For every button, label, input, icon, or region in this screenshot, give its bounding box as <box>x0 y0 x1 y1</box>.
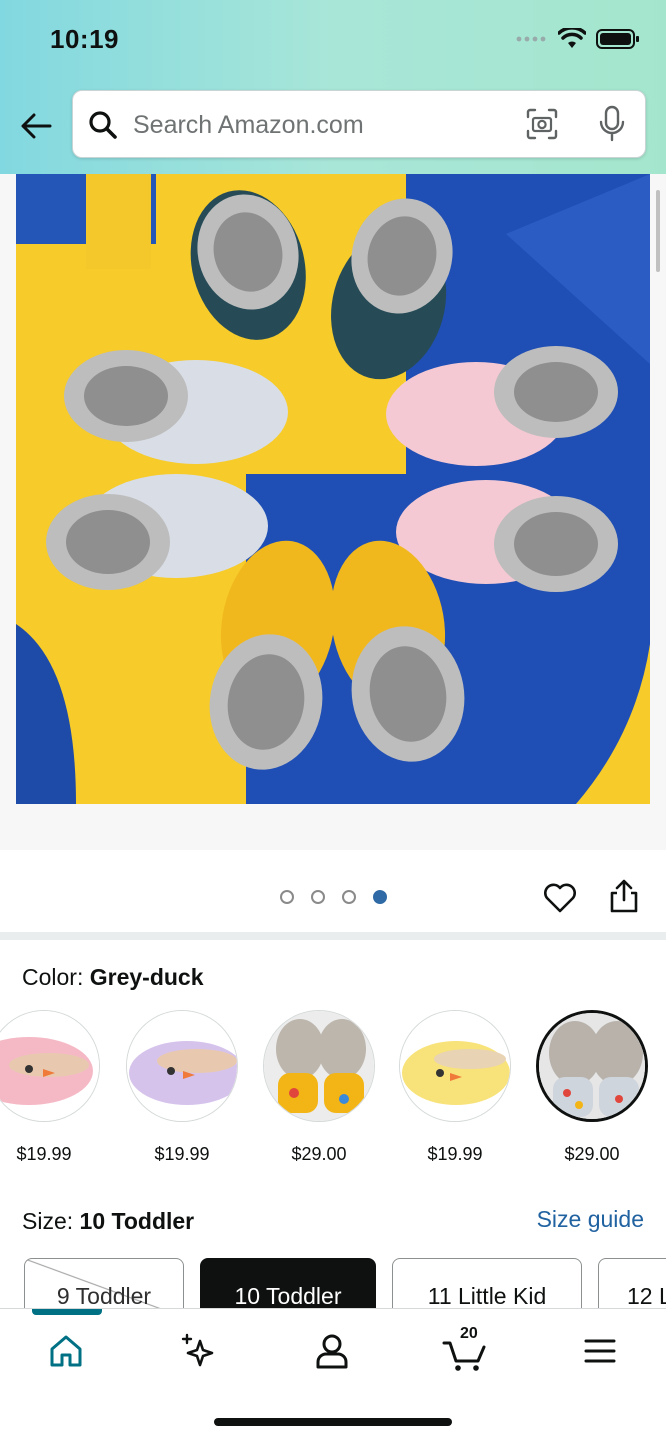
camera-search-icon[interactable] <box>525 107 559 141</box>
grey-duck-swatch[interactable] <box>536 1010 648 1122</box>
section-divider <box>0 932 666 940</box>
product-gallery[interactable] <box>0 174 666 850</box>
status-icons <box>516 28 640 50</box>
swatch-price: $19.99 <box>427 1144 483 1164</box>
yellow-swatch[interactable] <box>399 1010 511 1122</box>
color-swatches: $19.99 $19.99 $29.00 $19.99 $29.00 <box>0 1010 666 1170</box>
microphone-icon[interactable] <box>597 105 627 143</box>
swatch-price: $29.00 <box>291 1144 347 1164</box>
gallery-dot-active[interactable] <box>373 890 387 904</box>
gallery-dot[interactable] <box>280 890 294 904</box>
size-chips: 9 Toddler 10 Toddler 11 Little Kid 12 L <box>0 1258 666 1310</box>
status-time: 10:19 <box>50 24 119 54</box>
color-label: Color: Grey-duck <box>22 964 204 991</box>
size-chip-selected[interactable]: 10 Toddler <box>200 1258 376 1310</box>
gallery-dots <box>280 890 387 904</box>
wifi-icon <box>558 28 586 48</box>
size-chip[interactable]: 12 L <box>598 1258 666 1310</box>
nav-active-indicator <box>32 1309 102 1315</box>
share-icon[interactable] <box>608 878 640 914</box>
product-page: 10:19 Search Amazon.com Color: Grey-duck… <box>0 0 666 1440</box>
gallery-controls <box>0 850 666 936</box>
menu-icon[interactable] <box>578 1329 622 1373</box>
pink-swatch[interactable] <box>0 1010 100 1122</box>
size-label: Size: 10 Toddler <box>22 1208 194 1235</box>
cart-count-badge: 20 <box>460 1325 478 1342</box>
search-icon <box>89 111 117 139</box>
signal-icon <box>516 36 546 42</box>
product-image[interactable] <box>16 174 650 804</box>
size-chip-unavailable[interactable]: 9 Toddler <box>24 1258 184 1310</box>
search-bar[interactable] <box>72 90 646 158</box>
yellow-print-swatch[interactable] <box>263 1010 375 1122</box>
swatch-price: $19.99 <box>154 1144 210 1164</box>
back-arrow-icon[interactable] <box>18 108 54 144</box>
size-label-prefix: Size: <box>22 1208 74 1234</box>
top-header: 10:19 <box>0 0 666 174</box>
battery-icon <box>596 29 639 49</box>
size-guide-link[interactable]: Size guide <box>537 1206 644 1233</box>
heart-icon[interactable] <box>542 880 578 916</box>
gallery-dot[interactable] <box>311 890 325 904</box>
size-chip[interactable]: 11 Little Kid <box>392 1258 582 1310</box>
search-input[interactable] <box>133 105 493 145</box>
size-selected-value: 10 Toddler <box>79 1208 195 1234</box>
gallery-dot[interactable] <box>342 890 356 904</box>
color-label-prefix: Color: <box>22 964 84 990</box>
color-selected-value: Grey-duck <box>89 964 204 990</box>
account-icon[interactable] <box>310 1329 354 1373</box>
swatch-price: $19.99 <box>16 1144 72 1164</box>
scroll-indicator <box>656 190 660 272</box>
home-indicator <box>214 1418 452 1426</box>
rufus-sparkle-icon[interactable] <box>176 1329 220 1373</box>
home-icon[interactable] <box>44 1329 88 1373</box>
purple-swatch[interactable] <box>126 1010 238 1122</box>
swatch-price: $29.00 <box>564 1144 620 1164</box>
